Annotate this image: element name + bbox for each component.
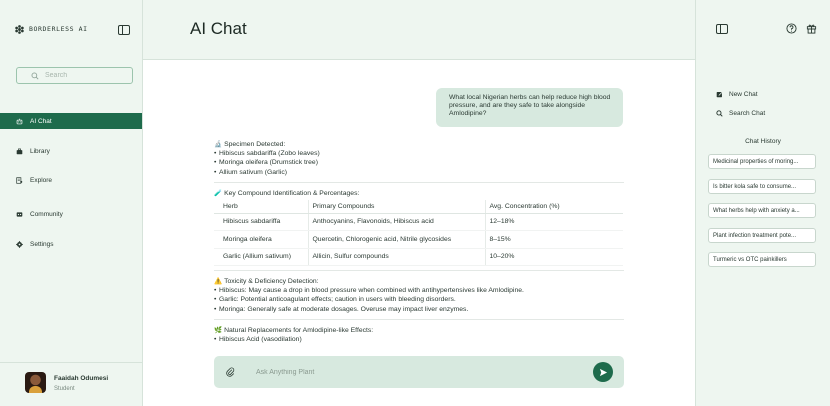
avatar	[25, 372, 46, 393]
herb-icon: 🌿	[214, 326, 223, 334]
robot-icon	[16, 118, 23, 125]
specimen-heading: 🔬 Specimen Detected:	[214, 141, 286, 148]
chat-history-item[interactable]: Is bitter kola safe to consume...	[708, 179, 816, 194]
toxicity-item: Moringa: Generally safe at moderate dosa…	[214, 305, 624, 314]
sidebar-item-label: AI Chat	[30, 117, 52, 125]
gear-icon	[16, 240, 23, 248]
table-cell: 10–20%	[484, 248, 623, 267]
specimen-item: Allium sativum (Garlic)	[214, 168, 624, 177]
user-name: Faaidah Odumesi	[54, 375, 109, 382]
table-row: Garlic (Allium sativum) Allicin, Sulfur …	[214, 248, 623, 267]
sidebar-item-label: Library	[30, 147, 50, 155]
send-button[interactable]	[593, 362, 613, 382]
toxicity-item: Hibiscus: May cause a drop in blood pres…	[214, 286, 624, 295]
table-row: Moringa oleifera Quercetin, Chlorogenic …	[214, 230, 623, 249]
compound-table: Herb Primary Compounds Avg. Concentratio…	[214, 200, 623, 267]
new-chat-label: New Chat	[729, 91, 758, 98]
chat-history-item[interactable]: What herbs help with anxiety a...	[708, 203, 816, 218]
table-header: Avg. Concentration (%)	[484, 200, 623, 214]
chat-history-item[interactable]: Plant infection treatment pote...	[708, 228, 816, 243]
briefcase-icon	[16, 148, 23, 155]
toxicity-item: Garlic: Potential anticoagulant effects;…	[214, 295, 624, 304]
page-title: AI Chat	[190, 19, 247, 38]
sidebar-item-library[interactable]: Library	[0, 143, 142, 159]
divider	[214, 181, 624, 183]
paperclip-icon[interactable]	[226, 367, 235, 377]
toxicity-heading: ⚠️ Toxicity & Deficiency Detection:	[214, 278, 319, 286]
send-icon	[599, 368, 607, 376]
document-search-icon	[16, 176, 23, 184]
right-panel: New Chat Search Chat Chat History Medici…	[695, 0, 830, 406]
chat-composer	[214, 356, 624, 388]
replacements-heading: 🌿 Natural Replacements for Amlodipine-lik…	[214, 326, 374, 334]
specimen-item: Hibiscus sabdariffa (Zobo leaves)	[214, 149, 624, 158]
table-cell: Allicin, Sulfur compounds	[307, 248, 485, 267]
table-cell: Garlic (Allium sativum)	[214, 248, 308, 267]
table-cell: Anthocyanins, Flavonoids, Hibiscus acid	[307, 213, 485, 232]
sidebar-item-community[interactable]: Community	[0, 206, 142, 222]
user-profile[interactable]: Faaidah Odumesi Student	[0, 362, 142, 406]
help-icon[interactable]	[786, 23, 797, 34]
sidebar-item-label: Explore	[30, 176, 53, 184]
panel-toggle-icon[interactable]	[716, 24, 728, 34]
table-row: Hibiscus sabdariffa Anthocyanins, Flavon…	[214, 213, 623, 232]
table-header: Herb	[214, 200, 308, 214]
compounds-heading: 🧪 Key Compound Identification & Percentag…	[214, 189, 360, 197]
sidebar-collapse-icon[interactable]	[118, 25, 130, 35]
chat-history-item[interactable]: Turmeric vs OTC painkillers	[708, 252, 816, 267]
divider	[214, 270, 624, 272]
table-header-row: Herb Primary Compounds Avg. Concentratio…	[214, 200, 623, 214]
sidebar-item-explore[interactable]: Explore	[0, 172, 142, 188]
table-cell: Quercetin, Chlorogenic acid, Nitrile gly…	[307, 230, 485, 249]
table-cell: Moringa oleifera	[214, 230, 308, 249]
search-icon	[716, 110, 723, 117]
brand-logo-icon	[15, 25, 24, 34]
chat-input[interactable]	[256, 365, 556, 379]
warning-icon: ⚠️	[214, 278, 223, 286]
chat-history-item[interactable]: Medicinal properties of moring...	[708, 154, 816, 169]
sidebar-item-ai-chat[interactable]: AI Chat	[0, 113, 142, 129]
main-header: AI Chat	[143, 0, 695, 60]
test-tube-icon: 🧪	[214, 189, 223, 197]
search-input[interactable]	[45, 72, 125, 79]
chat-history-title: Chat History	[745, 138, 781, 145]
table-cell: 8–15%	[484, 230, 623, 249]
sidebar-item-settings[interactable]: Settings	[0, 236, 142, 252]
sidebar-item-label: Community	[30, 210, 63, 218]
assistant-response: 🔬Specimen Detected: Hibiscus sabdariffa …	[214, 140, 624, 344]
brand-name: BORDERLESS AI	[29, 25, 88, 33]
search-icon	[31, 72, 39, 80]
gift-icon[interactable]	[806, 23, 817, 34]
divider	[214, 318, 624, 320]
user-role: Student	[54, 386, 75, 392]
replacement-item: Hibiscus Acid (vasodilation)	[214, 335, 624, 344]
left-sidebar: BORDERLESS AI AI Chat Library Explore Co…	[0, 0, 143, 406]
community-icon	[16, 211, 23, 218]
user-message-bubble: What local Nigerian herbs can help reduc…	[436, 88, 623, 127]
search-chat-button[interactable]: Search Chat	[716, 110, 765, 117]
sidebar-search[interactable]	[16, 67, 133, 84]
table-cell: Hibiscus sabdariffa	[214, 213, 308, 232]
sidebar-item-label: Settings	[30, 240, 54, 248]
specimen-item: Moringa oleifera (Drumstick tree)	[214, 158, 624, 167]
brand[interactable]: BORDERLESS AI	[15, 25, 89, 34]
chat-area[interactable]: What local Nigerian herbs can help reduc…	[143, 60, 695, 406]
microscope-icon: 🔬	[214, 141, 223, 148]
search-chat-label: Search Chat	[729, 110, 766, 117]
new-chat-icon	[716, 91, 723, 98]
new-chat-button[interactable]: New Chat	[716, 91, 758, 98]
table-header: Primary Compounds	[307, 200, 485, 214]
table-cell: 12–18%	[484, 213, 623, 232]
